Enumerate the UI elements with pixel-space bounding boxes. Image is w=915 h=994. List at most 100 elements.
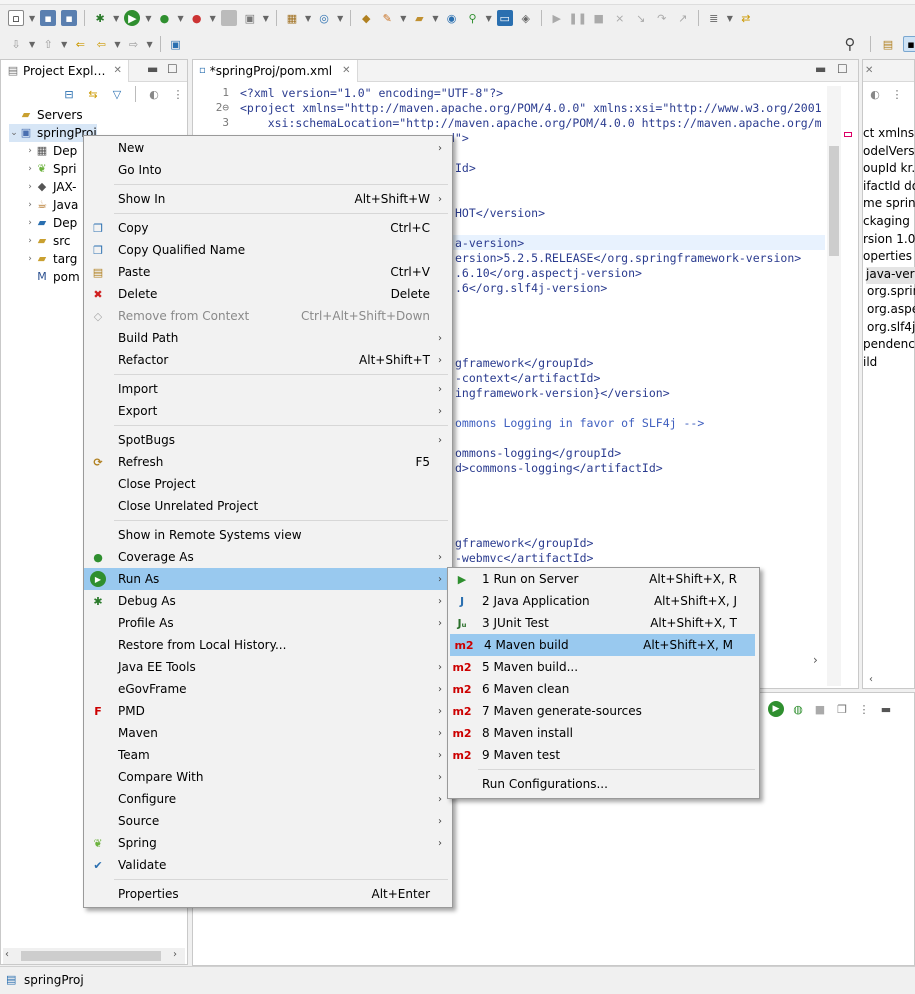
menu-item-show-in[interactable]: Show In Alt+Shift+W › xyxy=(84,188,452,210)
menu-item-spring[interactable]: ❦ Spring › xyxy=(84,832,452,854)
menu-item-label: Show In xyxy=(118,192,166,206)
submenu-item-2-java-application[interactable]: J 2 Java Application Alt+Shift+X, J xyxy=(448,590,759,612)
working-set-icon[interactable]: ◐ xyxy=(867,86,883,102)
menu-item-close-unrelated-project[interactable]: Close Unrelated Project xyxy=(84,495,452,517)
menu-item-delete[interactable]: ✖ Delete Delete xyxy=(84,283,452,305)
outline-item[interactable]: ckaging xyxy=(863,214,910,231)
menu-item-paste[interactable]: ▤ Paste Ctrl+V xyxy=(84,261,452,283)
menu-item-go-into[interactable]: Go Into xyxy=(84,159,452,181)
menu-item-import[interactable]: Import › xyxy=(84,378,452,400)
outline-item[interactable]: odelVersio xyxy=(863,144,915,161)
copy-icon[interactable]: ❐ xyxy=(834,701,850,717)
outline-item[interactable]: rsion 1.0 xyxy=(863,232,915,249)
menu-item-debug-as[interactable]: ✱ Debug As › xyxy=(84,590,452,612)
menu-item-close-project[interactable]: Close Project xyxy=(84,473,452,495)
menu-item-export[interactable]: Export › xyxy=(84,400,452,422)
scroll-left-icon[interactable]: ‹ xyxy=(869,674,873,685)
submenu-item-6-maven-clean[interactable]: m2 6 Maven clean xyxy=(448,678,759,700)
menu-item-shortcut: Alt+Shift+X, J xyxy=(653,594,737,608)
view-menu-icon[interactable]: ⋮ xyxy=(889,86,905,102)
outline-item[interactable]: org.slf4j- xyxy=(867,320,915,337)
m2-icon: m2 xyxy=(452,748,472,762)
menu-item-maven[interactable]: Maven › xyxy=(84,722,452,744)
scroll-right-icon[interactable]: › xyxy=(173,949,177,960)
menu-item-team[interactable]: Team › xyxy=(84,744,452,766)
close-icon[interactable]: ✕ xyxy=(865,65,873,76)
outline-item[interactable]: org.spring xyxy=(867,284,915,301)
submenu-item-4-maven-build[interactable]: m2 4 Maven build Alt+Shift+X, M xyxy=(450,634,755,656)
run-icon[interactable]: ▶ xyxy=(768,701,784,717)
menu-item-copy-qualified-name[interactable]: ❐ Copy Qualified Name xyxy=(84,239,452,261)
menu-item-pmd[interactable]: F PMD › xyxy=(84,700,452,722)
menu-item-show-in-remote-systems-view[interactable]: Show in Remote Systems view xyxy=(84,524,452,546)
scrollbar-thumb[interactable] xyxy=(21,951,161,961)
submenu-arrow-icon: › xyxy=(438,837,442,849)
menu-item-egovframe[interactable]: eGovFrame › xyxy=(84,678,452,700)
open-perspective-icon[interactable]: ▤ xyxy=(880,36,896,52)
menu-item-shortcut: Alt+Shift+X, M xyxy=(643,638,733,652)
status-text: springProj xyxy=(24,973,84,987)
minimize-icon[interactable]: ▬ xyxy=(878,701,894,717)
scrollbar-thumb[interactable] xyxy=(829,146,839,256)
submenu-item-7-maven-generate-sources[interactable]: m2 7 Maven generate-sources xyxy=(448,700,759,722)
line-number: 1 xyxy=(222,86,229,99)
menu-separator xyxy=(478,768,755,770)
menu-item-refactor[interactable]: Refactor Alt+Shift+T › xyxy=(84,349,452,371)
menu-item-profile-as[interactable]: Profile As › xyxy=(84,612,452,634)
submenu-item-1-run-on-server[interactable]: ▶ 1 Run on Server Alt+Shift+X, R xyxy=(448,568,759,590)
menu-item-compare-with[interactable]: Compare With › xyxy=(84,766,452,788)
menu-item-properties[interactable]: Properties Alt+Enter xyxy=(84,883,452,905)
submenu-arrow-icon: › xyxy=(438,573,442,585)
java-ee-perspective-icon[interactable]: ▪ xyxy=(903,36,915,52)
submenu-item-9-maven-test[interactable]: m2 9 Maven test xyxy=(448,744,759,766)
menu-item-build-path[interactable]: Build Path › xyxy=(84,327,452,349)
submenu-item-5-maven-build[interactable]: m2 5 Maven build... xyxy=(448,656,759,678)
menu-item-refresh[interactable]: ⟳ Refresh F5 xyxy=(84,451,452,473)
outline-item[interactable]: org.aspec xyxy=(867,302,915,319)
submenu-item-8-maven-install[interactable]: m2 8 Maven install xyxy=(448,722,759,744)
quick-access-search-icon[interactable]: ⚲ xyxy=(842,36,858,52)
menu-item-label: Maven xyxy=(118,726,158,740)
m2-icon: m2 xyxy=(452,726,472,740)
maximize-icon[interactable]: ☐ xyxy=(837,62,848,76)
spring-icon: ❦ xyxy=(93,836,103,850)
menu-item-configure[interactable]: Configure › xyxy=(84,788,452,810)
context-menu: New › Go Into Show In Alt+Shift+W › ❐ Copy Ctrl+… xyxy=(83,135,453,908)
outline-item[interactable]: pendencie xyxy=(863,337,915,354)
outline-item[interactable]: me sprin xyxy=(863,196,915,213)
outline-item[interactable]: java-vers xyxy=(866,266,915,284)
menu-item-label: 4 Maven build xyxy=(484,638,569,652)
menu-item-label: Export xyxy=(118,404,158,418)
menu-item-new[interactable]: New › xyxy=(84,137,452,159)
menu-item-shortcut: Delete xyxy=(390,287,430,301)
menu-item-coverage-as[interactable]: ● Coverage As › xyxy=(84,546,452,568)
menu-item-validate[interactable]: ✔ Validate xyxy=(84,854,452,876)
menu-item-label: Refresh xyxy=(118,455,164,469)
submenu-arrow-icon: › xyxy=(438,683,442,695)
submenu-arrow-icon: › xyxy=(438,142,442,154)
menu-item-run-as[interactable]: ▶ Run As › xyxy=(84,568,452,590)
outline-item[interactable]: ifactId do xyxy=(863,179,915,196)
outline-item[interactable]: ct xmlns= xyxy=(863,126,915,143)
menu-item-remove-from-context[interactable]: ◇ Remove from Context Ctrl+Alt+Shift+Down xyxy=(84,305,452,327)
submenu-arrow-icon: › xyxy=(438,383,442,395)
horizontal-scrollbar[interactable]: ‹ › xyxy=(3,948,185,964)
outline-item[interactable]: ild xyxy=(863,355,877,372)
menu-item-spotbugs[interactable]: SpotBugs › xyxy=(84,429,452,451)
outline-panel: ✕ ◐ ⋮ ct xmlns=odelVersiooupId kr.ifactI… xyxy=(862,59,915,689)
menu-item-restore-from-local-history[interactable]: Restore from Local History... xyxy=(84,634,452,656)
menu-item-java-ee-tools[interactable]: Java EE Tools › xyxy=(84,656,452,678)
outline-item[interactable]: operties xyxy=(863,249,912,266)
submenu-item-3-junit-test[interactable]: Jᵤ 3 JUnit Test Alt+Shift+X, T xyxy=(448,612,759,634)
submenu-item-run-configurations[interactable]: Run Configurations... xyxy=(448,773,759,795)
menu-item-source[interactable]: Source › xyxy=(84,810,452,832)
coverage-icon[interactable]: ◍ xyxy=(790,701,806,717)
outline-item[interactable]: oupId kr. xyxy=(863,161,915,178)
vertical-scrollbar[interactable] xyxy=(827,86,841,686)
menu-item-label: Remove from Context xyxy=(118,309,250,323)
terminate-icon[interactable]: ■ xyxy=(812,701,828,717)
menu-item-copy[interactable]: ❐ Copy Ctrl+C xyxy=(84,217,452,239)
view-menu-icon[interactable]: ⋮ xyxy=(856,701,872,717)
m2-icon: m2 xyxy=(452,704,472,718)
scroll-left-icon[interactable]: ‹ xyxy=(5,949,9,960)
